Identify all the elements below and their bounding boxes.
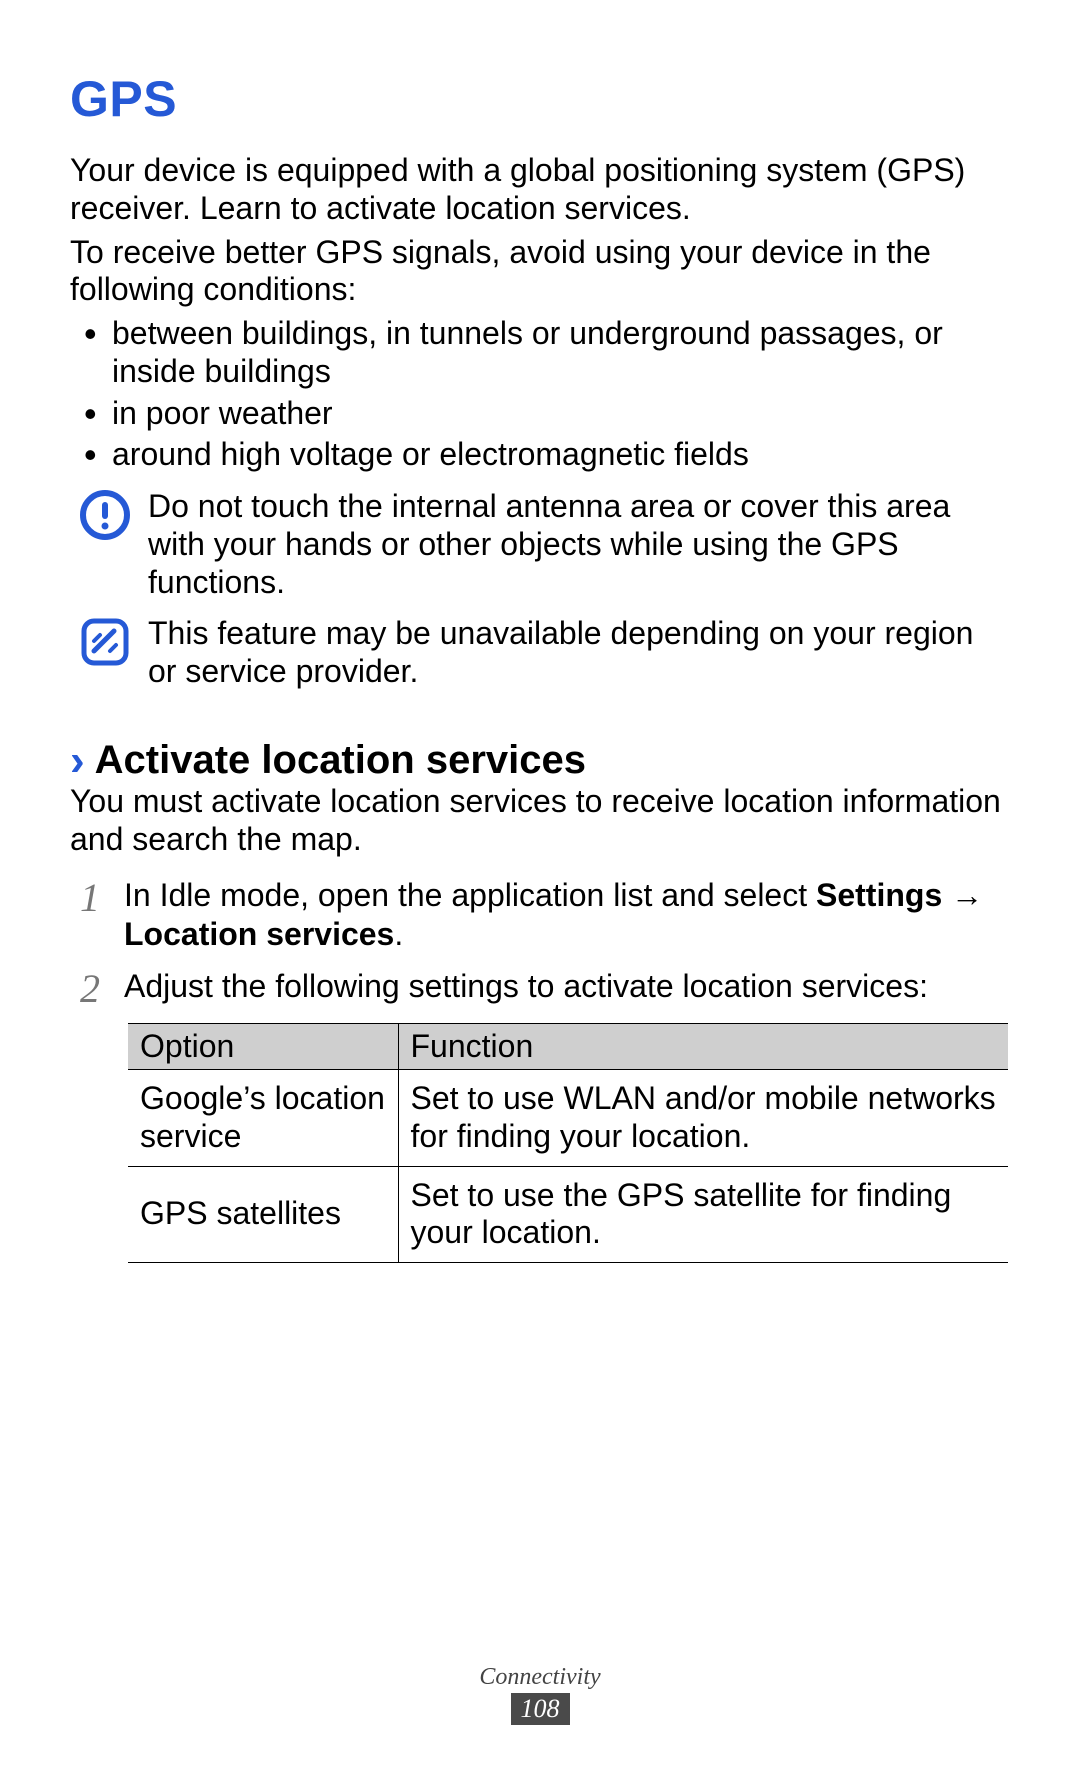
step-1: 1 In Idle mode, open the application lis… [70,876,1010,953]
subheading-row: › Activate location services [70,737,1010,783]
table-header-option: Option [128,1024,398,1070]
step-body: In Idle mode, open the application list … [124,876,1010,953]
table-row: Google’s location service Set to use WLA… [128,1070,1008,1167]
table-cell-option: GPS satellites [128,1166,398,1263]
step-text: In Idle mode, open the application list … [124,877,816,913]
subheading-intro: You must activate location services to r… [70,783,1010,859]
step-2: 2 Adjust the following settings to activ… [70,967,1010,1009]
note-callout: This feature may be unavailable dependin… [70,615,1010,691]
page-title: GPS [70,70,1010,128]
gps-conditions-list: between buildings, in tunnels or undergr… [70,315,1010,474]
arrow-text: → [942,877,983,913]
footer-section-name: Connectivity [0,1664,1080,1691]
step-body: Adjust the following settings to activat… [124,967,1010,1005]
ui-path-settings: Settings [816,877,942,913]
table-header-function: Function [398,1024,1008,1070]
step-number: 1 [70,876,110,918]
note-icon [80,617,130,667]
ui-path-location-services: Location services [124,916,394,952]
list-item: between buildings, in tunnels or undergr… [98,315,1010,391]
step-text-end: . [394,916,403,952]
intro-paragraph-2: To receive better GPS signals, avoid usi… [70,234,1010,310]
table-cell-function: Set to use the GPS satellite for finding… [398,1166,1008,1263]
footer-page-number: 108 [511,1693,570,1725]
warning-callout: Do not touch the internal antenna area o… [70,488,1010,601]
intro-paragraph-1: Your device is equipped with a global po… [70,152,1010,228]
list-item: around high voltage or electromagnetic f… [98,436,1010,474]
note-text: This feature may be unavailable dependin… [148,615,1010,691]
options-table: Option Function Google’s location servic… [128,1023,1008,1263]
table-cell-function: Set to use WLAN and/or mobile networks f… [398,1070,1008,1167]
list-item: in poor weather [98,395,1010,433]
subheading: Activate location services [95,738,586,783]
chevron-right-icon: › [70,739,85,783]
warning-text: Do not touch the internal antenna area o… [148,488,1010,601]
table-cell-option: Google’s location service [128,1070,398,1167]
step-number: 2 [70,967,110,1009]
table-row: GPS satellites Set to use the GPS satell… [128,1166,1008,1263]
warning-icon [80,490,130,540]
page-footer: Connectivity 108 [0,1664,1080,1725]
